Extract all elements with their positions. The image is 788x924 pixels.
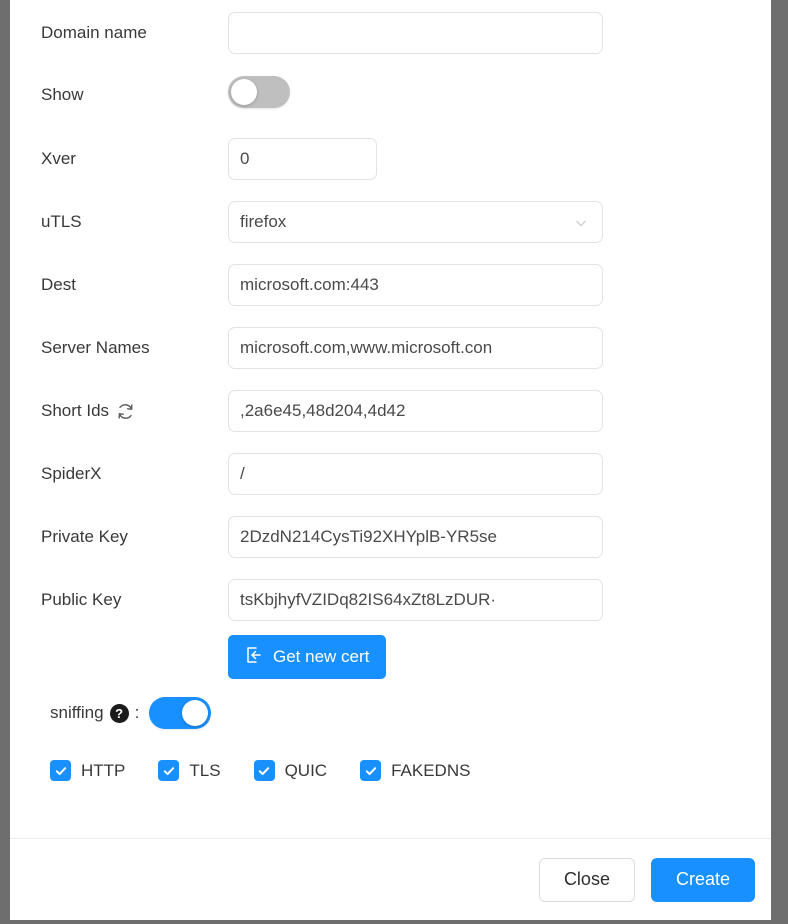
close-button[interactable]: Close [538,857,635,902]
dest-input[interactable]: microsoft.com:443 [228,264,603,306]
field-row-short-ids: Short Ids ,2a6e45,48d204,4d42 [10,390,771,432]
window-left-chrome [0,0,10,924]
get-new-cert-label: Get new cert [273,647,370,666]
label-short-ids-text: Short Ids [41,401,110,420]
domain-name-input[interactable] [228,12,603,54]
utls-selected-value: firefox [240,212,287,231]
sniffing-label: sniffing ? : [10,703,139,723]
field-row-private-key: Private Key 2DzdN214CysTi92XHYplB-YR5se [10,516,771,558]
field-row-show: Show [10,76,771,113]
cert-button-row: Get new cert [10,635,771,679]
sniffing-row: sniffing ? : [10,697,212,729]
sniffing-toggle-knob [182,700,209,726]
checkmark-icon [360,760,382,781]
server-names-value: microsoft.com,www.microsoft.con [240,338,493,357]
checkbox-label-quic: QUIC [284,760,328,780]
sniffing-colon: : [134,703,140,722]
label-server-names: Server Names [41,338,150,357]
private-key-input[interactable]: 2DzdN214CysTi92XHYplB-YR5se [228,516,603,558]
window-bottom-chrome [0,920,788,924]
field-public-key-area: tsKbjhyfVZIDq82IS64xZt8LzDUR· [228,579,771,621]
refresh-icon[interactable] [116,402,135,421]
question-mark-icon[interactable]: ? [109,703,129,723]
short-ids-input[interactable]: ,2a6e45,48d204,4d42 [228,390,603,432]
field-utls-area: firefox [228,201,771,243]
label-short-ids: Short Ids [10,400,228,422]
field-show-area [228,76,771,113]
field-row-xver: Xver 0 [10,138,771,180]
checkbox-label-http: HTTP [81,760,126,780]
label-private-key: Private Key [41,527,128,546]
sniffing-label-text: sniffing [50,703,104,722]
checkbox-item-tls[interactable]: TLS [158,760,221,781]
modal-dialog: Domain name Show Xver 0 uTLS firefox Des… [10,0,771,920]
window-right-chrome [771,0,788,924]
checkbox-label-fakedns: FAKEDNS [391,760,471,780]
server-names-input[interactable]: microsoft.com,www.microsoft.con [228,327,603,369]
field-row-dest: Dest microsoft.com:443 [10,264,771,306]
checkbox-item-quic[interactable]: QUIC [253,760,328,781]
field-row-public-key: Public Key tsKbjhyfVZIDq82IS64xZt8LzDUR· [10,579,771,621]
checkmark-icon [253,760,275,781]
show-toggle-knob [231,79,257,105]
show-toggle[interactable] [228,76,290,108]
label-dest: Dest [41,275,76,294]
field-private-key-area: 2DzdN214CysTi92XHYplB-YR5se [228,516,771,558]
checkbox-label-tls: TLS [189,760,221,780]
public-key-input[interactable]: tsKbjhyfVZIDq82IS64xZt8LzDUR· [228,579,603,621]
field-short-ids-area: ,2a6e45,48d204,4d42 [228,390,771,432]
field-domain-name-area [228,12,771,54]
cert-button-area: Get new cert [228,635,771,679]
checkbox-item-fakedns[interactable]: FAKEDNS [360,760,470,781]
spiderx-input[interactable]: / [228,453,603,495]
checkmark-icon [50,760,71,781]
get-new-cert-button[interactable]: Get new cert [228,635,387,679]
label-spiderx: SpiderX [41,464,102,483]
protocol-checkbox-group: HTTP TLS QUIC FAKEDNS [50,760,470,781]
label-public-key: Public Key [41,590,122,609]
chevron-down-icon [574,215,588,229]
settings-form: Domain name Show Xver 0 uTLS firefox Des… [10,0,771,828]
sniffing-toggle[interactable] [149,697,212,729]
label-utls: uTLS [41,212,82,231]
field-row-spiderx: SpiderX / [10,453,771,495]
create-button[interactable]: Create [650,857,755,902]
label-domain-name: Domain name [41,23,147,42]
import-arrow-icon [245,646,263,669]
xver-input[interactable]: 0 [228,138,377,180]
checkmark-icon [158,760,180,781]
label-show: Show [41,84,84,104]
field-server-names-area: microsoft.com,www.microsoft.con [228,327,771,369]
field-row-server-names: Server Names microsoft.com,www.microsoft… [10,327,771,369]
field-xver-area: 0 [228,138,771,180]
field-dest-area: microsoft.com:443 [228,264,771,306]
field-row-utls: uTLS firefox [10,201,771,243]
utls-select[interactable]: firefox [228,201,603,243]
field-row-domain-name: Domain name [10,12,771,54]
dialog-footer: Close Create [10,838,771,920]
field-spiderx-area: / [228,453,771,495]
label-xver: Xver [41,149,76,168]
checkbox-item-http[interactable]: HTTP [50,760,125,781]
